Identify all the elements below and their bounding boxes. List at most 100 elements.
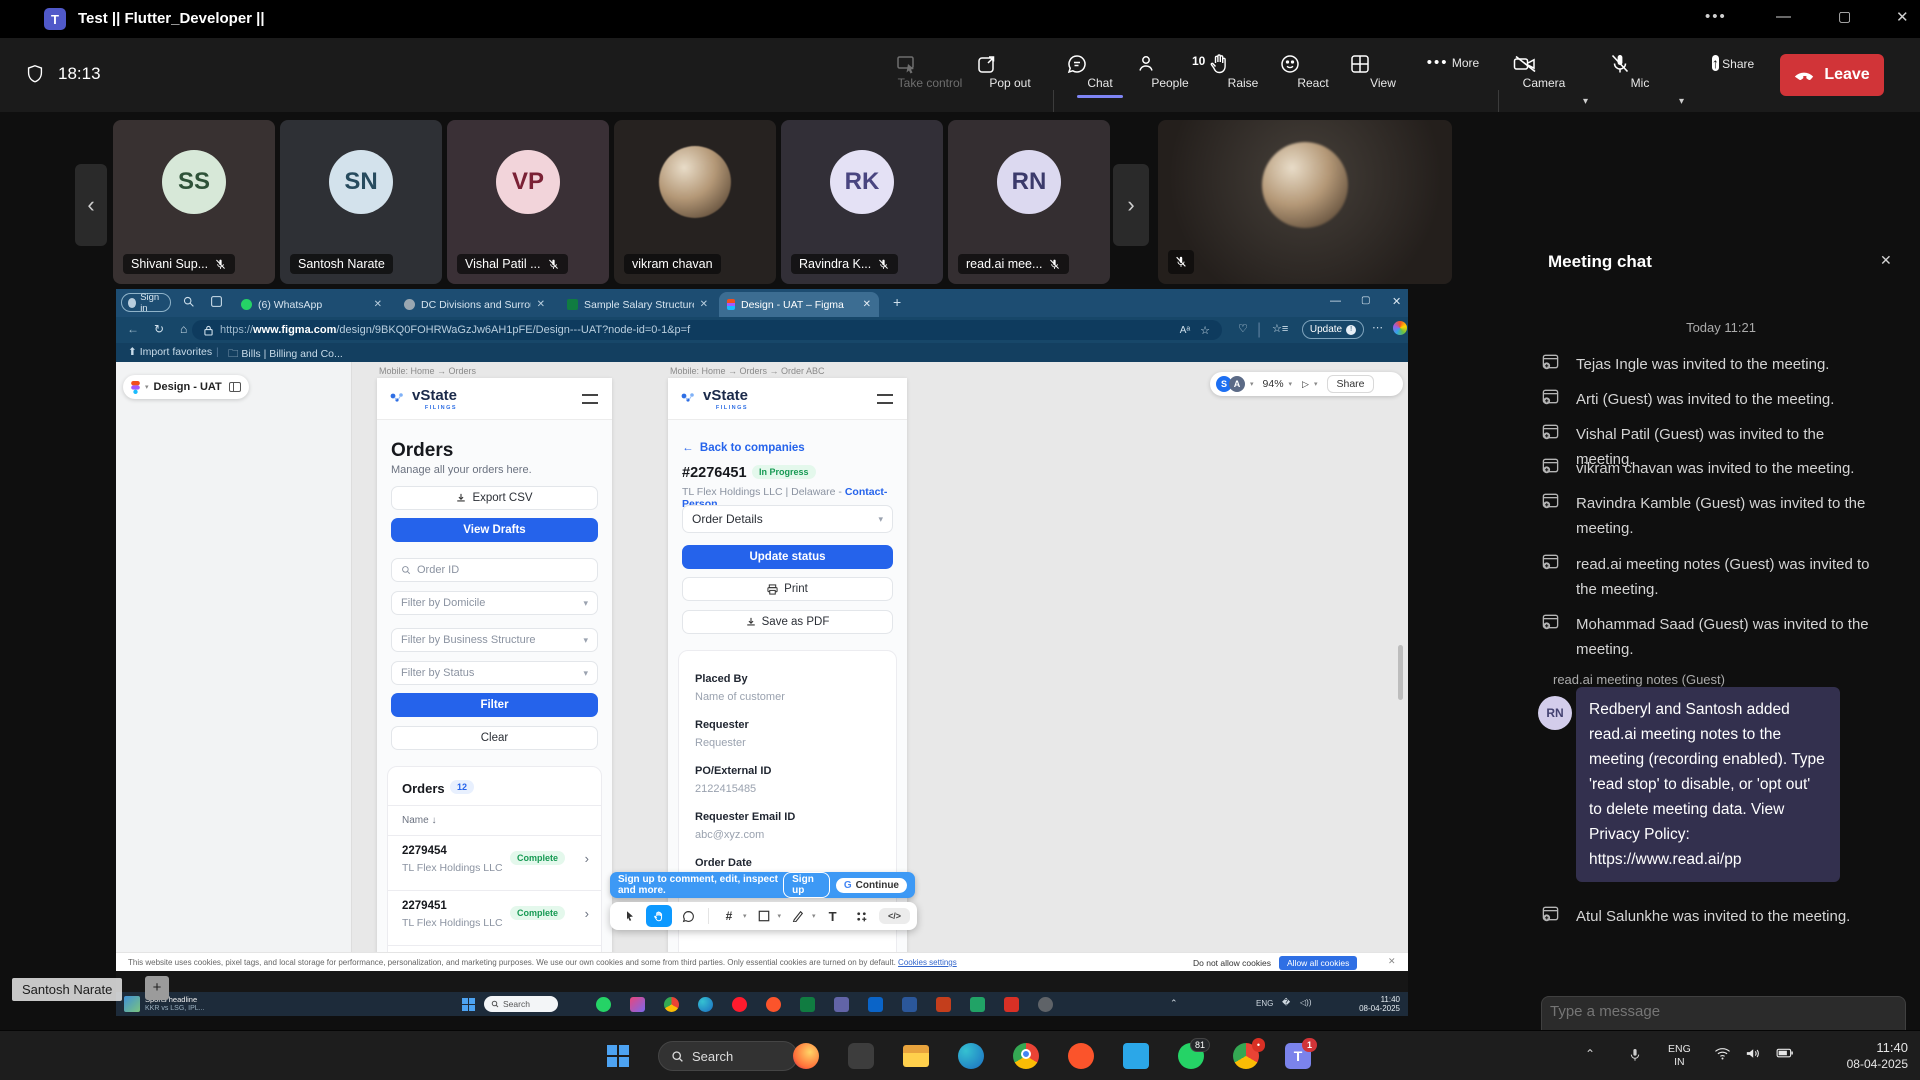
chat-close-icon[interactable]: ✕ — [1880, 252, 1892, 269]
browser-essentials-icon[interactable]: ♡ — [1238, 322, 1248, 335]
pen-tool-icon[interactable] — [785, 905, 811, 927]
browser-minimize-icon[interactable]: — — [1330, 295, 1341, 307]
taskbar-icon-brave[interactable] — [1068, 1043, 1094, 1069]
tray-volume-icon[interactable] — [1744, 1046, 1761, 1061]
participant-tile[interactable]: SN Santosh Narate — [280, 120, 442, 284]
camera-button[interactable]: Camera — [1512, 52, 1576, 90]
menu-icon[interactable] — [877, 394, 893, 404]
start-button[interactable] — [607, 1045, 629, 1067]
save-as-pdf-button[interactable]: Save as PDF — [682, 610, 893, 634]
order-row[interactable]: 2279454 TL Flex Holdings LLC Complete › — [388, 836, 601, 890]
participant-tile[interactable]: RK Ravindra K... — [781, 120, 943, 284]
minimize-icon[interactable]: — — [1776, 8, 1791, 25]
taskbar-icon-teams[interactable] — [834, 997, 849, 1012]
camera-chevron-icon[interactable]: ▾ — [1583, 96, 1588, 107]
taskbar-icon-edge[interactable] — [698, 997, 713, 1012]
export-csv-button[interactable]: Export CSV — [391, 486, 598, 510]
taskbar-icon-brave[interactable] — [766, 997, 781, 1012]
people-button[interactable]: 10 People — [1135, 52, 1205, 90]
cookie-settings-link[interactable]: Cookies settings — [898, 958, 957, 967]
text-tool-icon[interactable]: T — [820, 905, 846, 927]
spotlight-participant-tile[interactable] — [1158, 120, 1452, 284]
tray-battery-icon[interactable] — [1776, 1046, 1794, 1060]
tray-expand-icon[interactable]: ⌃ — [1585, 1047, 1595, 1061]
share-button[interactable]: ↑ Share — [1703, 52, 1763, 74]
browser-update-button[interactable]: Update ! — [1302, 320, 1364, 339]
tab-search-icon[interactable] — [182, 295, 195, 308]
figma-share-button[interactable]: Share — [1327, 375, 1373, 393]
participant-tile[interactable]: vikram chavan — [614, 120, 776, 284]
panel-toggle-icon[interactable] — [229, 382, 241, 392]
share-overlay-plus-icon[interactable]: + — [145, 976, 169, 1000]
tray-wifi-icon[interactable]: � — [1282, 998, 1290, 1007]
tab-close-icon[interactable]: ✕ — [863, 299, 871, 310]
pop-out-button[interactable]: Pop out — [975, 52, 1045, 90]
allow-cookies-button[interactable]: Allow all cookies — [1279, 956, 1357, 970]
taskbar-icon-photos[interactable] — [630, 997, 645, 1012]
order-id-search-input[interactable]: Order ID — [391, 558, 598, 582]
present-chevron-icon[interactable]: ▾ — [1314, 380, 1318, 388]
avatars-chevron-icon[interactable]: ▾ — [1250, 380, 1254, 388]
taskbar-icon-teams[interactable]: T1 — [1285, 1043, 1311, 1069]
back-icon[interactable]: ← — [127, 322, 139, 336]
tab-close-icon[interactable]: ✕ — [537, 299, 545, 310]
scroll-participants-right-button[interactable]: › — [1113, 164, 1149, 246]
deny-cookies-link[interactable]: Do not allow cookies — [1193, 958, 1271, 968]
print-button[interactable]: Print — [682, 577, 893, 601]
google-continue-button[interactable]: GContinue — [836, 878, 907, 893]
refresh-icon[interactable]: ↻ — [154, 322, 164, 336]
shape-tool-icon[interactable] — [751, 905, 777, 927]
taskbar-search-box[interactable]: Search — [484, 996, 558, 1012]
react-button[interactable]: React — [1278, 52, 1348, 90]
home-icon[interactable]: ⌂ — [180, 322, 187, 336]
tray-expand-icon[interactable]: ⌃ — [1170, 998, 1178, 1009]
tab-actions-icon[interactable] — [210, 295, 223, 308]
filter-button[interactable]: Filter — [391, 693, 598, 717]
favorite-star-icon[interactable]: ☆ — [1200, 324, 1210, 337]
tray-language-indicator[interactable]: ENGIN — [1668, 1043, 1691, 1069]
column-header-name[interactable]: Name ↓ — [402, 815, 436, 826]
browser-maximize-icon[interactable]: ▢ — [1361, 295, 1370, 306]
taskbar-icon-firefox[interactable] — [793, 1043, 819, 1069]
tray-language[interactable]: ENG — [1256, 999, 1273, 1008]
participant-tile[interactable]: VP Vishal Patil ... — [447, 120, 609, 284]
resources-tool-icon[interactable] — [849, 905, 875, 927]
clear-button[interactable]: Clear — [391, 726, 598, 750]
copilot-icon[interactable] — [1393, 321, 1407, 335]
taskbar-search-box[interactable]: Search — [658, 1041, 798, 1071]
taskbar-icon-chrome[interactable] — [664, 997, 679, 1012]
browser-sign-in-button[interactable]: Sign in — [121, 293, 171, 312]
update-status-button[interactable]: Update status — [682, 545, 893, 569]
tray-volume-icon[interactable]: ◁)) — [1300, 998, 1311, 1007]
taskbar-icon-settings[interactable] — [1038, 997, 1053, 1012]
leave-button[interactable]: Leave — [1780, 54, 1884, 96]
raise-hand-button[interactable]: Raise — [1208, 52, 1278, 90]
back-to-companies-link[interactable]: ← Back to companies — [682, 442, 805, 454]
tab-close-icon[interactable]: ✕ — [374, 299, 382, 310]
taskbar-icon-whatsapp[interactable] — [596, 997, 611, 1012]
mic-button[interactable]: Mic — [1608, 52, 1672, 90]
view-drafts-button[interactable]: View Drafts — [391, 518, 598, 542]
filter-domicile-select[interactable]: Filter by Domicile▾ — [391, 591, 598, 615]
taskbar-icon-sheets[interactable] — [970, 997, 985, 1012]
tray-wifi-icon[interactable] — [1714, 1046, 1731, 1061]
present-icon[interactable]: ▷ — [1302, 379, 1309, 390]
address-bar[interactable]: https://www.figma.com/design/9BKQ0FOHRWa… — [192, 320, 1222, 340]
order-row[interactable]: 2279451 TL Flex Holdings LLC Complete › — [388, 891, 601, 945]
participant-tile[interactable]: SS Shivani Sup... — [113, 120, 275, 284]
move-tool-icon[interactable] — [617, 905, 643, 927]
filter-status-select[interactable]: Filter by Status▾ — [391, 661, 598, 685]
maximize-icon[interactable]: ▢ — [1838, 8, 1851, 25]
browser-tab[interactable]: DC Divisions and Surroundings ✕ — [396, 292, 553, 317]
tray-mic-icon[interactable] — [1627, 1046, 1643, 1064]
hand-tool-icon[interactable] — [646, 905, 672, 927]
start-button[interactable] — [462, 998, 475, 1011]
canvas-scrollbar[interactable] — [1398, 645, 1403, 700]
read-aloud-icon[interactable]: Aᵃ — [1180, 325, 1190, 336]
taskbar-icon-edge[interactable] — [958, 1043, 984, 1069]
banner-sign-up-button[interactable]: Sign up — [783, 872, 830, 898]
taskbar-icon-chrome[interactable] — [1013, 1043, 1039, 1069]
tray-clock[interactable]: 11:4008-04-2025 — [1826, 1040, 1908, 1072]
browser-tab-active[interactable]: Design - UAT – Figma ✕ — [719, 292, 879, 317]
mic-chevron-icon[interactable]: ▾ — [1679, 96, 1684, 107]
